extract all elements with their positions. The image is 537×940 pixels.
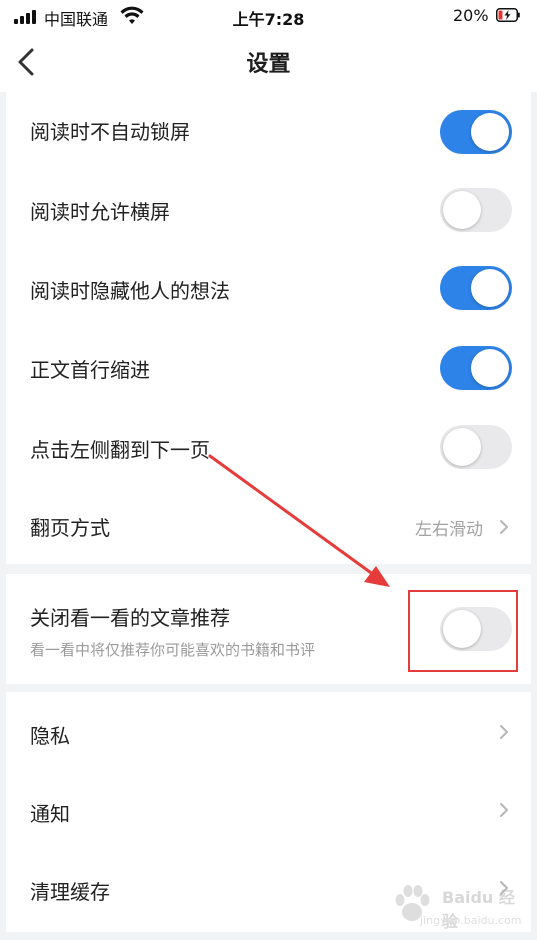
chevron-right-icon	[500, 520, 508, 534]
setting-row-hide-others-thoughts[interactable]: 阅读时隐藏他人的想法	[6, 250, 531, 328]
watermark-url: jingyan.baidu.com	[420, 914, 522, 927]
menu-item-privacy[interactable]: 隐私	[6, 692, 531, 772]
hide-others-thoughts-toggle[interactable]	[440, 266, 512, 310]
setting-description: 看一看中将仅推荐你可能喜欢的书籍和书评	[30, 641, 316, 659]
menu-item-notifications[interactable]: 通知	[6, 772, 531, 850]
menu-label: 清理缓存	[30, 880, 110, 904]
first-line-indent-toggle[interactable]	[440, 346, 512, 390]
chevron-right-icon	[500, 725, 508, 739]
setting-row-page-turn-mode[interactable]: 翻页方式 左右滑动	[6, 484, 531, 564]
page-title: 设置	[246, 52, 291, 77]
setting-row-tap-left-next-page[interactable]: 点击左侧翻到下一页	[6, 406, 531, 484]
baidu-jingyan-watermark: Baidu 经验 jingyan.baidu.com	[386, 880, 526, 936]
setting-row-first-line-indent[interactable]: 正文首行缩进	[6, 328, 531, 406]
chevron-right-icon	[500, 803, 508, 817]
navigation-bar: 设置	[0, 34, 537, 92]
menu-label: 通知	[30, 802, 70, 826]
setting-label: 点击左侧翻到下一页	[30, 438, 210, 462]
reading-settings-card: 阅读时不自动锁屏 阅读时允许横屏 阅读时隐藏他人的想法 正文首行缩进 点击左侧翻…	[6, 92, 531, 564]
page-turn-value: 左右滑动	[415, 520, 483, 540]
battery-percentage: 20%	[453, 6, 489, 25]
setting-label: 阅读时隐藏他人的想法	[30, 279, 230, 303]
setting-label: 阅读时允许横屏	[30, 200, 170, 224]
menu-label: 隐私	[30, 724, 70, 748]
no-auto-lock-toggle[interactable]	[440, 110, 512, 154]
setting-label: 翻页方式	[30, 516, 110, 540]
highlight-box	[408, 590, 518, 672]
setting-row-no-auto-lock[interactable]: 阅读时不自动锁屏	[6, 92, 531, 170]
battery-charging-icon	[496, 8, 520, 22]
allow-landscape-toggle[interactable]	[440, 188, 512, 232]
tap-left-next-page-toggle[interactable]	[440, 425, 512, 469]
status-bar: 中国联通 上午7:28 20%	[0, 0, 537, 34]
setting-label: 关闭看一看的文章推荐	[30, 606, 230, 630]
setting-label: 正文首行缩进	[30, 358, 150, 382]
setting-label: 阅读时不自动锁屏	[30, 120, 190, 144]
setting-row-allow-landscape[interactable]: 阅读时允许横屏	[6, 170, 531, 250]
